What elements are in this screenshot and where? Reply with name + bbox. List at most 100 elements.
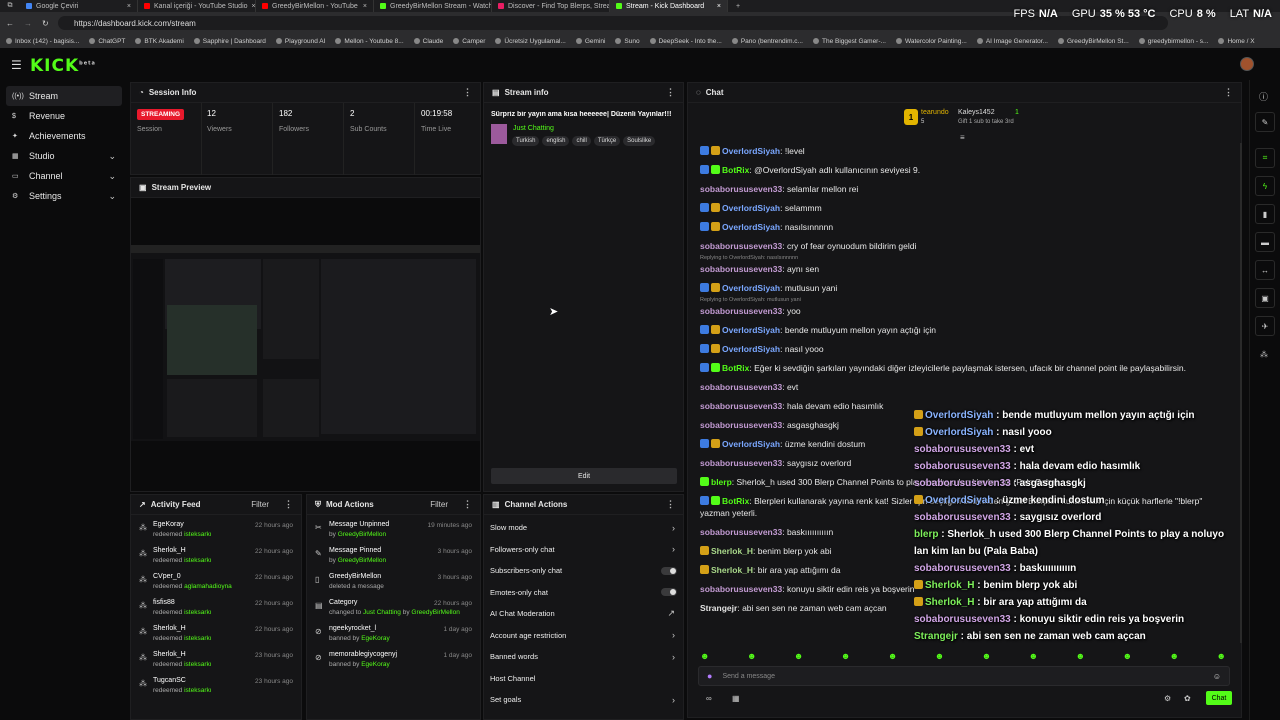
window-control-icon[interactable]: ⧉ xyxy=(0,2,20,10)
chat-username[interactable]: Sherlok_H xyxy=(711,546,753,556)
wrench-icon[interactable]: ✈ xyxy=(1255,316,1275,336)
feed-user-name[interactable]: TugcanSC xyxy=(153,677,186,684)
new-tab-icon[interactable]: + xyxy=(728,3,748,10)
filter-button[interactable]: Filter xyxy=(251,500,269,509)
bookmark-item[interactable]: Ücretsiz Uygulamal... xyxy=(495,38,566,45)
reload-icon[interactable]: ↻ xyxy=(42,19,49,28)
chat-username[interactable]: sobaborususeven33 xyxy=(700,401,782,411)
chat-username[interactable]: OverlordSiyah xyxy=(722,222,780,232)
feed-user-name[interactable]: fisfis88 xyxy=(153,599,175,606)
mod-target[interactable]: EgeKoray xyxy=(361,661,390,668)
bookmark-item[interactable]: Sapphire | Dashboard xyxy=(193,38,266,45)
tab-close-icon[interactable]: × xyxy=(717,3,721,10)
sidebar-item-stream[interactable]: ((•)) Stream xyxy=(6,86,122,106)
sidebar-item-settings[interactable]: ⚙ Settings ⌄ xyxy=(6,186,122,206)
browser-tab[interactable]: GreedyBirMellon Stream - Watch× xyxy=(374,0,492,12)
feed-user-name[interactable]: EgeKoray xyxy=(153,521,184,528)
emote-icon[interactable]: ☻ xyxy=(888,651,897,663)
bookmark-item[interactable]: DeepSeek - Into the... xyxy=(649,38,722,45)
edit-icon[interactable]: ✎ xyxy=(1255,112,1275,132)
bookmark-item[interactable]: Suno xyxy=(615,38,640,45)
mod-target[interactable]: GreedyBirMellon xyxy=(338,531,386,538)
share-icon[interactable]: ⁂ xyxy=(1260,350,1268,359)
more-options-icon[interactable]: ⋮ xyxy=(463,499,472,510)
mod-target[interactable]: GreedyBirMellon xyxy=(338,557,386,564)
link-icon[interactable]: ↔ xyxy=(1255,260,1275,280)
url-input[interactable]: https://dashboard.kick.com/stream xyxy=(58,16,1168,30)
bookmark-item[interactable]: AI Image Generator... xyxy=(976,38,1048,45)
chat-username[interactable]: OverlordSiyah xyxy=(722,439,780,449)
emote-icon[interactable]: ☻ xyxy=(794,651,803,663)
chat-username[interactable]: sobaborususeven33 xyxy=(700,584,782,594)
stream-preview-video[interactable] xyxy=(131,245,480,441)
bookmark-item[interactable]: ChatGPT xyxy=(89,38,125,45)
tab-close-icon[interactable]: × xyxy=(252,3,255,10)
mic-icon[interactable]: ● xyxy=(707,671,712,681)
stream-tag[interactable]: english xyxy=(542,136,570,146)
more-options-icon[interactable]: ⋮ xyxy=(666,499,675,510)
sidebar-item-revenue[interactable]: $ Revenue xyxy=(6,106,122,126)
calendar-icon[interactable]: ▦ xyxy=(732,694,740,703)
sidebar-item-channel[interactable]: ▭ Channel ⌄ xyxy=(6,166,122,186)
more-options-icon[interactable]: ⋮ xyxy=(1224,87,1233,98)
emote-icon[interactable]: ☻ xyxy=(747,651,756,663)
top-gifter-name[interactable]: tearundo xyxy=(921,109,949,116)
chat-username[interactable]: OverlordSiyah xyxy=(722,283,780,293)
chat-username[interactable]: OverlordSiyah xyxy=(722,203,780,213)
browser-tab[interactable]: GreedyBirMellon - YouTube × xyxy=(256,0,374,12)
bookmark-item[interactable]: Claude xyxy=(413,38,443,45)
lightning-icon[interactable]: ϟ xyxy=(1255,176,1275,196)
info-icon[interactable]: ⓘ xyxy=(1259,90,1268,103)
crop-icon[interactable]: ⌗ xyxy=(1255,148,1275,168)
more-options-icon[interactable]: ⋮ xyxy=(666,87,675,98)
pin-collapse-icon[interactable]: ≡ xyxy=(960,133,965,142)
chat-username[interactable]: OverlordSiyah xyxy=(722,146,780,156)
bookmark-item[interactable]: Inbox (142) - bagisis... xyxy=(6,38,79,45)
bookmark-item[interactable]: Playground AI xyxy=(275,38,325,45)
bookmark-item[interactable]: Mellon - Youtube 8... xyxy=(335,38,404,45)
stream-tag[interactable]: Türkçe xyxy=(593,136,621,146)
chat-username[interactable]: Sherlok_H xyxy=(711,565,753,575)
filter-button[interactable]: Filter xyxy=(430,500,448,509)
feed-user-name[interactable]: CVper_0 xyxy=(153,573,181,580)
chat-username[interactable]: BotRix xyxy=(722,496,749,506)
gift-sub-cta[interactable]: Gift 1 sub to take 3rd xyxy=(958,119,1014,125)
chat-username[interactable]: sobaborususeven33 xyxy=(700,527,782,537)
forward-icon[interactable]: → xyxy=(24,19,32,28)
save-icon[interactable]: ▣ xyxy=(1255,288,1275,308)
chat-username[interactable]: sobaborususeven33 xyxy=(700,382,782,392)
browser-tab[interactable]: Kanal içeriği - YouTube Studio × xyxy=(138,0,256,12)
toggle-switch[interactable] xyxy=(661,588,677,597)
chat-settings-icon[interactable]: ⚙ xyxy=(1164,694,1171,703)
channel-action-slow-mode[interactable]: Slow mode › xyxy=(484,517,683,539)
chat-username[interactable]: BotRix xyxy=(722,165,749,175)
channel-action-emotes-only-chat[interactable]: Emotes-only chat xyxy=(484,582,683,604)
channel-action-set-goals[interactable]: Set goals › xyxy=(484,689,683,711)
tab-close-icon[interactable]: × xyxy=(363,3,367,10)
more-options-icon[interactable]: ⋮ xyxy=(284,499,293,510)
feed-user-name[interactable]: Sherlok_H xyxy=(153,625,186,632)
bookmark-item[interactable]: greedybirmellon - s... xyxy=(1138,38,1208,45)
bookmark-item[interactable]: GreedyBirMellon St... xyxy=(1058,38,1129,45)
stream-category[interactable]: Just Chatting xyxy=(513,125,554,132)
emote-picker-icon[interactable]: ✿ xyxy=(1184,694,1191,703)
chat-username[interactable]: BotRix xyxy=(722,363,749,373)
channel-action-account-age-restriction[interactable]: Account age restriction › xyxy=(484,625,683,647)
second-gifter-name[interactable]: Kaleys1452 xyxy=(958,109,995,116)
mod-target[interactable]: EgeKoray xyxy=(361,635,390,642)
chat-username[interactable]: OverlordSiyah xyxy=(722,325,780,335)
kick-logo[interactable]: KICKbeta xyxy=(30,56,96,76)
mod-by-name[interactable]: GreedyBirMellon xyxy=(411,609,459,616)
points-icon[interactable]: ∞ xyxy=(706,694,712,703)
clipboard-icon[interactable]: ▮ xyxy=(1255,204,1275,224)
bookmark-item[interactable]: Pano (bentrendim.c... xyxy=(731,38,803,45)
bookmark-item[interactable]: Camper xyxy=(453,38,485,45)
browser-tab[interactable]: Stream - Kick Dashboard × xyxy=(610,0,728,12)
stream-tag[interactable]: chill xyxy=(572,136,591,146)
feed-user-name[interactable]: Sherlok_H xyxy=(153,651,186,658)
mod-target[interactable]: Just Chatting xyxy=(363,609,401,616)
tab-close-icon[interactable]: × xyxy=(127,3,131,10)
chat-username[interactable]: Strangejr xyxy=(700,603,737,613)
chat-username[interactable]: blerp xyxy=(711,477,732,487)
chat-username[interactable]: sobaborususeven33 xyxy=(700,184,782,194)
